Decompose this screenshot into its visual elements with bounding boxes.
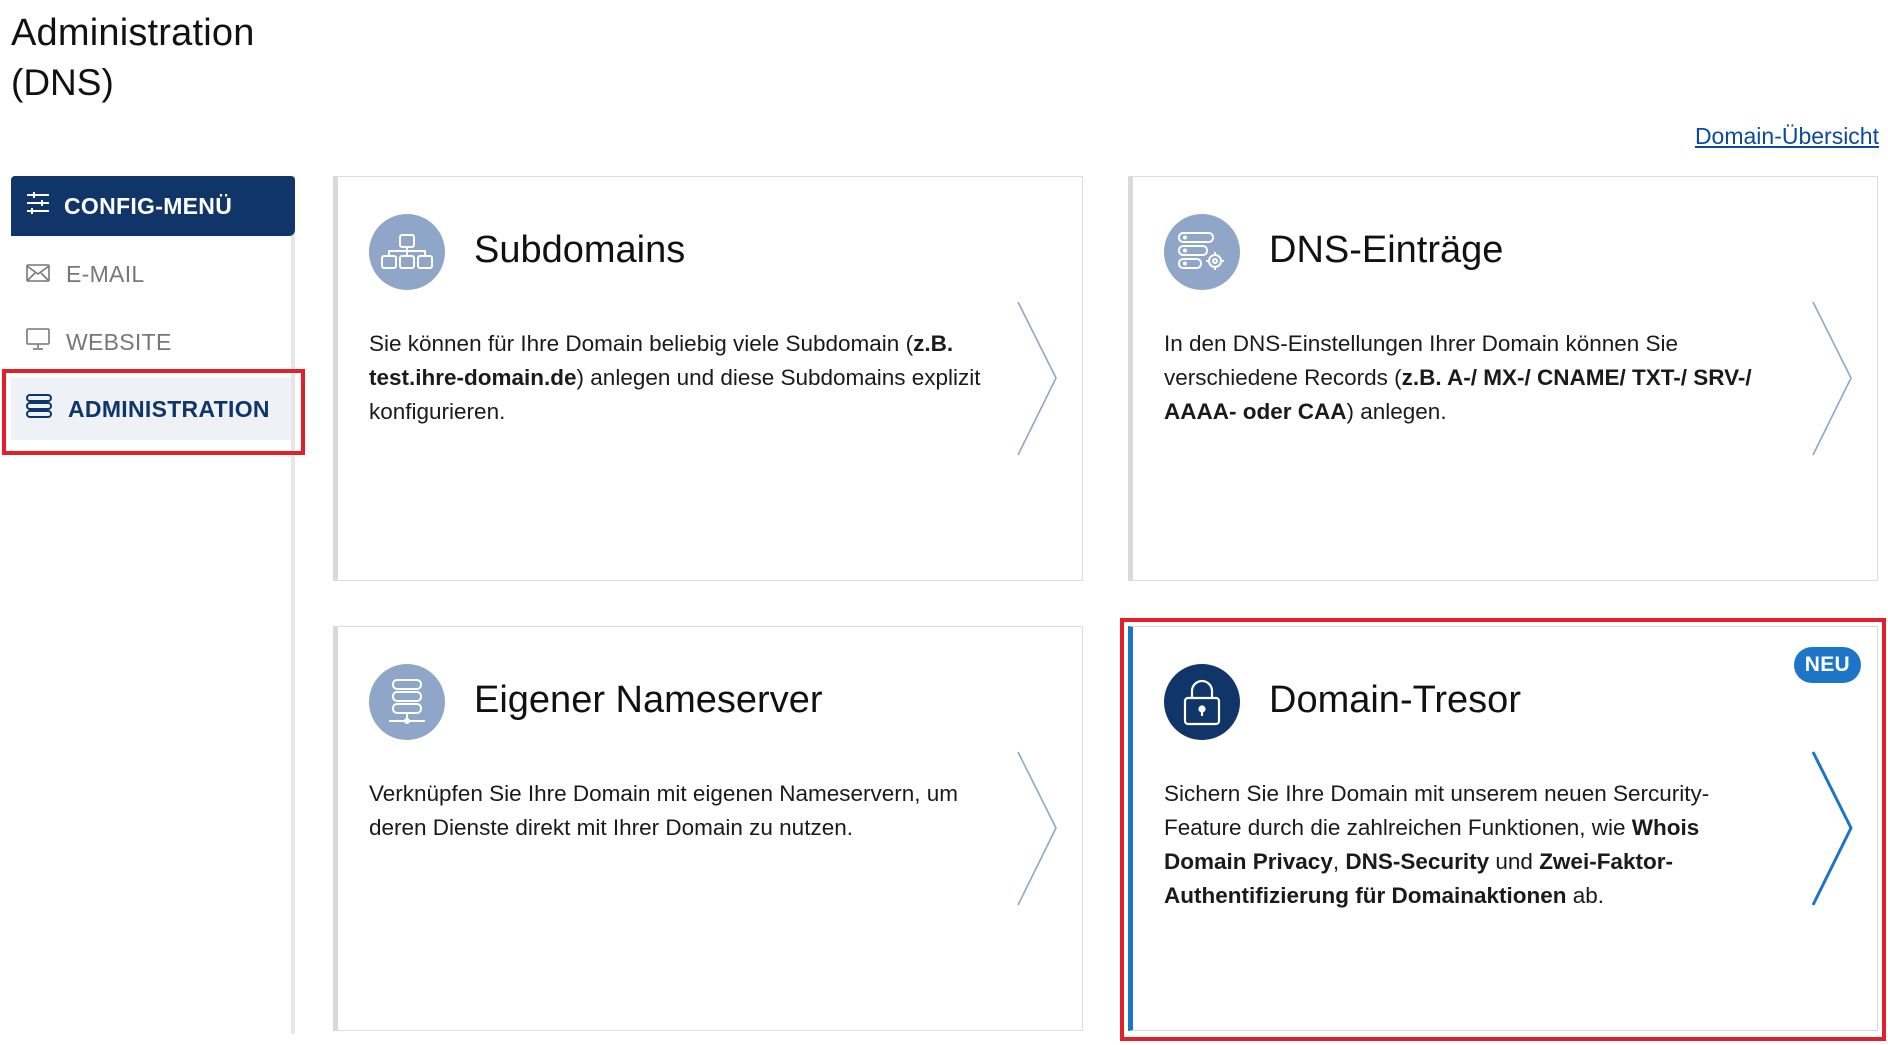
chevron-right-icon: [1811, 301, 1855, 461]
card-description: Sie können für Ihre Domain beliebig viel…: [369, 331, 981, 424]
card-title: Subdomains: [474, 229, 686, 271]
card-description: Verknüpfen Sie Ihre Domain mit eigenen N…: [369, 781, 959, 840]
sidebar-item-label: E-MAIL: [66, 260, 145, 287]
nameserver-icon: [369, 664, 445, 740]
server-gear-icon: [1164, 214, 1240, 290]
card-description: In den DNS-Einstellungen Ihrer Domain kö…: [1164, 331, 1752, 424]
config-menu-label: CONFIG-MENÜ: [64, 192, 233, 219]
highlight-box-domain-tresor: [1120, 618, 1886, 1041]
sitemap-icon: [369, 214, 445, 290]
config-menu-header[interactable]: CONFIG-MENÜ: [11, 176, 295, 236]
page-title: Administration: [11, 12, 255, 54]
card-title: DNS-Einträge: [1269, 229, 1504, 271]
domain-overview-link[interactable]: Domain-Übersicht: [1695, 123, 1879, 150]
card-own-nameserver[interactable]: Eigener Nameserver Verknüpfen Sie Ihre D…: [333, 626, 1083, 1031]
sidebar: CONFIG-MENÜ E-MAIL WEBSITE ADMINISTRATIO…: [11, 176, 295, 1034]
chevron-right-icon: [1016, 301, 1060, 461]
sidebar-rail: [291, 176, 295, 1034]
chevron-right-icon: [1016, 751, 1060, 911]
page: Administration (DNS) Domain-Übersicht CO…: [0, 0, 1888, 1045]
page-subtitle: (DNS): [11, 62, 114, 103]
sidebar-item-email[interactable]: E-MAIL: [11, 243, 291, 305]
sidebar-item-website[interactable]: WEBSITE: [11, 311, 291, 373]
card-dns-entries[interactable]: DNS-Einträge In den DNS-Einstellungen Ih…: [1128, 176, 1878, 581]
card-title: Eigener Nameserver: [474, 679, 823, 721]
card-subdomains[interactable]: Subdomains Sie können für Ihre Domain be…: [333, 176, 1083, 581]
envelope-icon: [26, 261, 66, 288]
monitor-icon: [26, 328, 66, 356]
sidebar-item-label: WEBSITE: [66, 328, 172, 355]
highlight-box-administration: [2, 369, 305, 455]
sliders-icon: [26, 192, 64, 220]
